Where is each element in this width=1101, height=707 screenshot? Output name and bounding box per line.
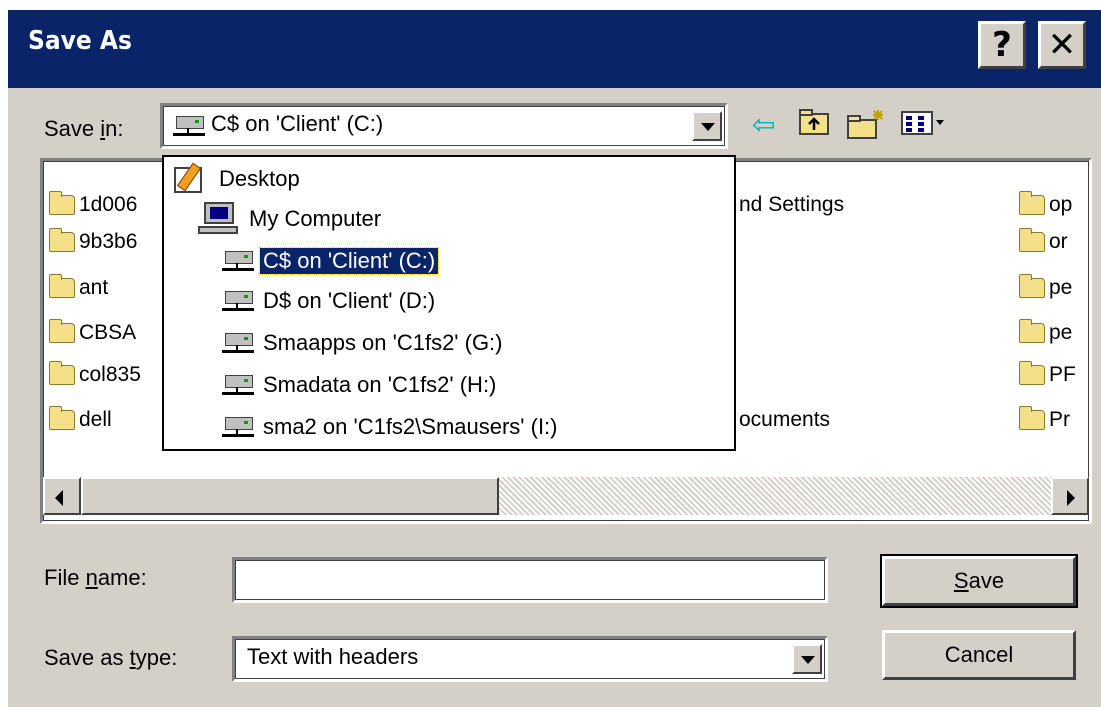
save-in-label: Save in:: [44, 116, 124, 141]
back-arrow-icon[interactable]: ⇦: [752, 108, 775, 142]
scroll-right-button[interactable]: [1051, 477, 1089, 515]
my-computer-icon: [198, 202, 238, 236]
list-item[interactable]: col835: [49, 361, 141, 389]
close-icon: ✕: [1047, 25, 1077, 65]
folder-icon: [49, 228, 75, 252]
list-item[interactable]: 1d006: [49, 191, 137, 219]
list-item[interactable]: dell: [49, 406, 112, 434]
folder-icon: [1019, 319, 1045, 343]
list-item[interactable]: op: [1019, 191, 1072, 219]
folder-icon: [49, 274, 75, 298]
file-name-label: File name:: [44, 565, 147, 590]
network-drive-icon: [173, 113, 205, 139]
list-item[interactable]: or: [1019, 228, 1068, 256]
help-button[interactable]: ?: [978, 21, 1026, 69]
folder-icon: [1019, 406, 1045, 430]
dropdown-item-desktop[interactable]: Desktop: [172, 162, 303, 195]
list-item[interactable]: 9b3b6: [49, 228, 137, 256]
network-drive-icon: [222, 414, 254, 440]
folder-icon: [49, 319, 75, 343]
dropdown-item-d-drive[interactable]: D$ on 'Client' (D:): [222, 285, 438, 317]
list-item[interactable]: nd Settings: [739, 191, 844, 219]
new-folder-icon[interactable]: [846, 108, 886, 142]
list-item[interactable]: pe: [1019, 274, 1072, 302]
folder-icon: [49, 361, 75, 385]
save-as-type-label: Save as type:: [44, 645, 178, 670]
folder-icon: [1019, 228, 1045, 252]
up-one-level-icon[interactable]: [798, 108, 832, 142]
cancel-button[interactable]: Cancel: [882, 630, 1076, 680]
dropdown-item-c-drive[interactable]: C$ on 'Client' (C:): [222, 245, 440, 277]
window-title: Save As: [28, 26, 132, 56]
dropdown-item-i-drive[interactable]: sma2 on 'C1fs2\Smausers' (I:): [222, 411, 561, 443]
network-drive-icon: [222, 372, 254, 398]
list-item[interactable]: PF: [1019, 361, 1076, 389]
scroll-track[interactable]: [499, 477, 1051, 515]
list-item[interactable]: CBSA: [49, 319, 136, 347]
dropdown-item-h-drive[interactable]: Smadata on 'C1fs2' (H:): [222, 369, 499, 401]
save-in-dropdown-button[interactable]: [692, 111, 722, 141]
save-in-dropdown-list[interactable]: Desktop My Computer C$ on 'Client' (C:) …: [162, 155, 736, 451]
view-menu-icon[interactable]: [900, 108, 960, 142]
close-button[interactable]: ✕: [1038, 21, 1086, 69]
list-item[interactable]: pe: [1019, 319, 1072, 347]
horizontal-scrollbar[interactable]: [43, 477, 1089, 515]
network-drive-icon: [222, 330, 254, 356]
chevron-left-icon: [55, 490, 63, 506]
folder-icon: [1019, 274, 1045, 298]
scroll-thumb[interactable]: [81, 477, 499, 515]
list-item[interactable]: Pr: [1019, 406, 1070, 434]
dropdown-item-my-computer[interactable]: My Computer: [198, 202, 384, 236]
folder-icon: [49, 191, 75, 215]
network-drive-icon: [222, 288, 254, 314]
save-in-combo[interactable]: C$ on 'Client' (C:): [160, 103, 728, 149]
list-item[interactable]: ocuments: [739, 406, 830, 434]
folder-icon: [49, 406, 75, 430]
network-drive-icon: [222, 248, 254, 274]
save-button[interactable]: Save: [880, 554, 1078, 608]
file-name-input[interactable]: [232, 557, 828, 603]
save-as-type-dropdown-button[interactable]: [792, 644, 822, 674]
scroll-left-button[interactable]: [43, 477, 81, 515]
folder-icon: [1019, 361, 1045, 385]
chevron-right-icon: [1067, 490, 1075, 506]
title-bar[interactable]: Save As ? ✕: [8, 10, 1101, 88]
dropdown-item-g-drive[interactable]: Smaapps on 'C1fs2' (G:): [222, 327, 506, 359]
desktop-icon: [172, 162, 206, 195]
save-in-value: C$ on 'Client' (C:): [211, 111, 384, 136]
help-icon: ?: [992, 25, 1012, 65]
folder-icon: [1019, 191, 1045, 215]
save-as-type-select[interactable]: Text with headers: [232, 636, 828, 682]
list-item[interactable]: ant: [49, 274, 108, 302]
